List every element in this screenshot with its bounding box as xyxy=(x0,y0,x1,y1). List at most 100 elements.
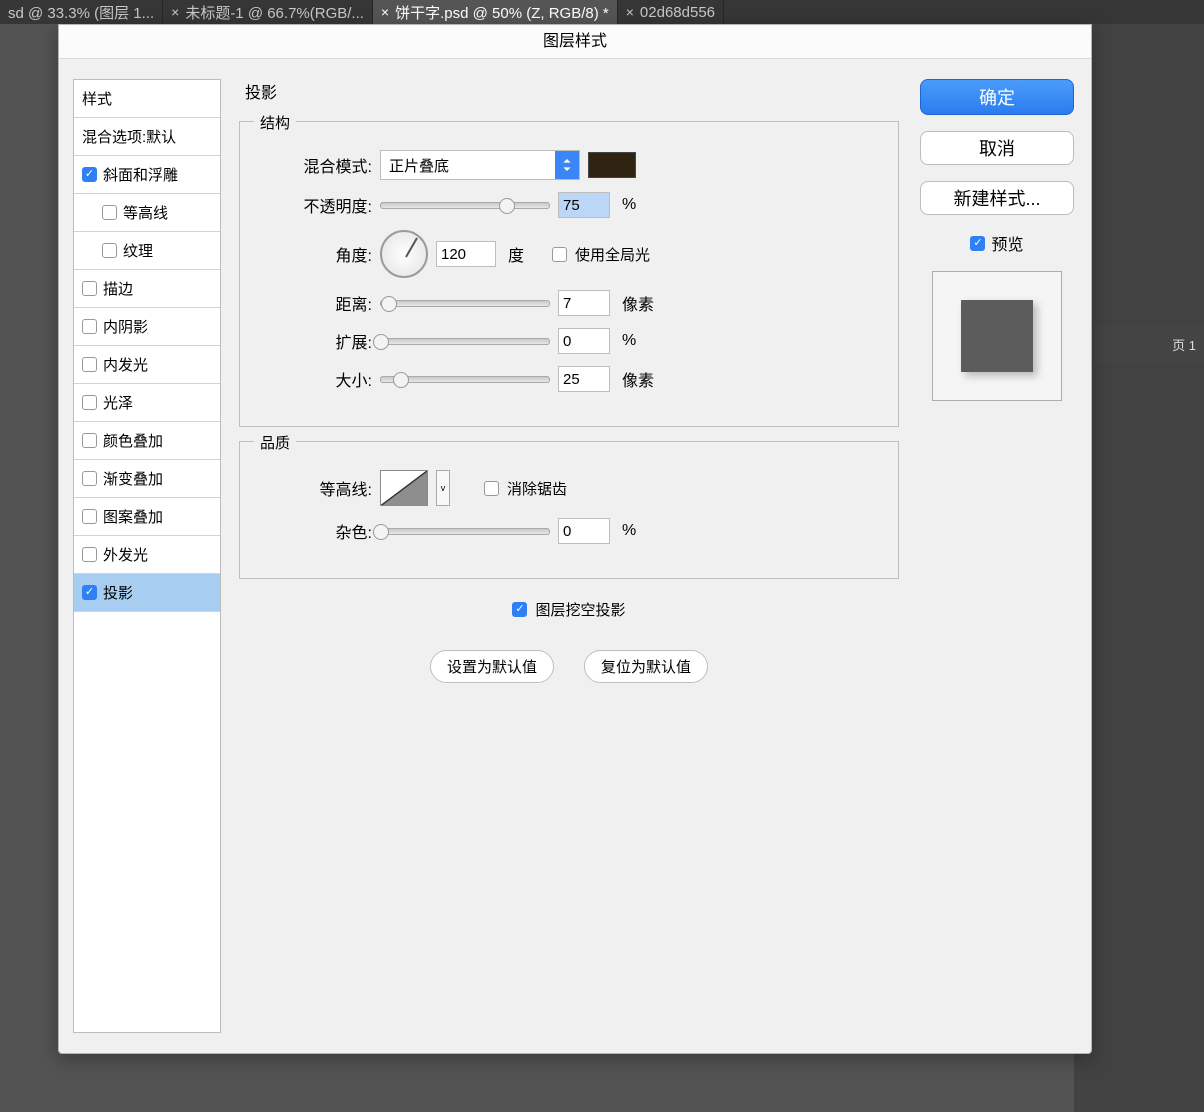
noise-unit: % xyxy=(622,522,636,540)
preview-box xyxy=(932,271,1062,401)
preview-checkbox[interactable] xyxy=(970,236,985,251)
cancel-button[interactable]: 取消 xyxy=(920,131,1074,165)
style-item-outer-glow[interactable]: 外发光 xyxy=(74,536,220,574)
blend-mode-select[interactable]: 正片叠底 xyxy=(380,150,580,180)
spread-input[interactable] xyxy=(558,328,610,354)
ok-button[interactable]: 确定 xyxy=(920,79,1074,115)
knockout-checkbox[interactable] xyxy=(512,602,527,617)
opacity-label: 不透明度: xyxy=(262,193,372,217)
close-icon[interactable]: × xyxy=(171,4,179,20)
style-item-bevel[interactable]: 斜面和浮雕 xyxy=(74,156,220,194)
checkbox-icon[interactable] xyxy=(82,471,97,486)
style-item-label: 图案叠加 xyxy=(103,506,163,527)
close-icon[interactable]: × xyxy=(381,4,389,20)
slider-thumb-icon[interactable] xyxy=(499,198,515,214)
style-item-label: 投影 xyxy=(103,582,133,603)
quality-fieldset: 品质 等高线: v 消除锯齿 杂色: xyxy=(239,441,899,579)
distance-label: 距离: xyxy=(262,291,372,315)
checkbox-icon[interactable] xyxy=(82,357,97,372)
opacity-unit: % xyxy=(622,196,636,214)
size-label: 大小: xyxy=(262,367,372,391)
style-item-label: 颜色叠加 xyxy=(103,430,163,451)
workspace-panels: 页 1 xyxy=(1074,24,1204,1112)
style-item-satin[interactable]: 光泽 xyxy=(74,384,220,422)
checkbox-icon[interactable] xyxy=(82,319,97,334)
style-item-contour[interactable]: 等高线 xyxy=(74,194,220,232)
global-light-checkbox[interactable] xyxy=(552,247,567,262)
dropdown-arrow-icon[interactable] xyxy=(555,151,579,179)
distance-input[interactable] xyxy=(558,290,610,316)
new-style-button[interactable]: 新建样式... xyxy=(920,181,1074,215)
structure-legend: 结构 xyxy=(254,112,296,133)
checkbox-icon[interactable] xyxy=(82,509,97,524)
slider-thumb-icon[interactable] xyxy=(373,334,389,350)
contour-label: 等高线: xyxy=(262,476,372,500)
spread-slider[interactable] xyxy=(380,338,550,345)
antialias-label: 消除锯齿 xyxy=(507,478,567,499)
global-light-label: 使用全局光 xyxy=(575,244,650,265)
quality-legend: 品质 xyxy=(254,432,296,453)
style-item-label: 外发光 xyxy=(103,544,148,565)
knockout-label: 图层挖空投影 xyxy=(535,599,625,620)
close-icon[interactable]: × xyxy=(626,4,634,20)
checkbox-icon[interactable] xyxy=(82,395,97,410)
checkbox-icon[interactable] xyxy=(102,205,117,220)
style-item-drop-shadow[interactable]: 投影 xyxy=(74,574,220,612)
document-tab[interactable]: × 02d68d556 xyxy=(618,0,724,24)
angle-input[interactable] xyxy=(436,241,496,267)
checkbox-icon[interactable] xyxy=(82,433,97,448)
antialias-checkbox[interactable] xyxy=(484,481,499,496)
style-item-label: 纹理 xyxy=(123,240,153,261)
style-item-color-overlay[interactable]: 颜色叠加 xyxy=(74,422,220,460)
opacity-input[interactable] xyxy=(558,192,610,218)
angle-dial[interactable] xyxy=(380,230,428,278)
checkbox-icon[interactable] xyxy=(82,585,97,600)
structure-fieldset: 结构 混合模式: 正片叠底 不透明度: xyxy=(239,121,899,427)
document-tab[interactable]: sd @ 33.3% (图层 1... xyxy=(0,0,163,24)
preview-swatch xyxy=(961,300,1033,372)
styles-header[interactable]: 样式 xyxy=(74,80,220,118)
shadow-color-swatch[interactable] xyxy=(588,152,636,178)
checkbox-icon[interactable] xyxy=(102,243,117,258)
set-default-button[interactable]: 设置为默认值 xyxy=(430,650,554,683)
style-item-texture[interactable]: 纹理 xyxy=(74,232,220,270)
distance-slider[interactable] xyxy=(380,300,550,307)
tab-label: 未标题-1 @ 66.7%(RGB/... xyxy=(185,2,364,23)
contour-picker[interactable] xyxy=(380,470,428,506)
noise-label: 杂色: xyxy=(262,519,372,543)
style-item-label: 等高线 xyxy=(123,202,168,223)
style-item-inner-glow[interactable]: 内发光 xyxy=(74,346,220,384)
reset-default-button[interactable]: 复位为默认值 xyxy=(584,650,708,683)
dialog-right-column: 确定 取消 新建样式... 预览 xyxy=(917,79,1077,1033)
slider-thumb-icon[interactable] xyxy=(393,372,409,388)
style-item-gradient-overlay[interactable]: 渐变叠加 xyxy=(74,460,220,498)
blend-mode-value: 正片叠底 xyxy=(381,155,555,176)
size-slider[interactable] xyxy=(380,376,550,383)
panel-title: 投影 xyxy=(245,79,899,103)
blending-options-item[interactable]: 混合选项:默认 xyxy=(74,118,220,156)
angle-hand-icon xyxy=(405,237,418,257)
document-tab[interactable]: × 饼干字.psd @ 50% (Z, RGB/8) * xyxy=(373,0,618,24)
spread-label: 扩展: xyxy=(262,329,372,353)
style-item-pattern-overlay[interactable]: 图案叠加 xyxy=(74,498,220,536)
tab-label: sd @ 33.3% (图层 1... xyxy=(8,2,154,23)
noise-slider[interactable] xyxy=(380,528,550,535)
style-item-stroke[interactable]: 描边 xyxy=(74,270,220,308)
style-item-label: 描边 xyxy=(103,278,133,299)
noise-input[interactable] xyxy=(558,518,610,544)
checkbox-icon[interactable] xyxy=(82,281,97,296)
slider-thumb-icon[interactable] xyxy=(373,524,389,540)
size-input[interactable] xyxy=(558,366,610,392)
slider-thumb-icon[interactable] xyxy=(381,296,397,312)
contour-dropdown-icon[interactable]: v xyxy=(436,470,450,506)
style-item-label: 内阴影 xyxy=(103,316,148,337)
document-tab[interactable]: × 未标题-1 @ 66.7%(RGB/... xyxy=(163,0,373,24)
styles-list: 样式 混合选项:默认 斜面和浮雕 等高线 纹理 描边 内阴影 xyxy=(73,79,221,1033)
opacity-slider[interactable] xyxy=(380,202,550,209)
checkbox-icon[interactable] xyxy=(82,547,97,562)
preview-label: 预览 xyxy=(991,231,1023,255)
style-item-inner-shadow[interactable]: 内阴影 xyxy=(74,308,220,346)
style-item-label: 渐变叠加 xyxy=(103,468,163,489)
angle-label: 角度: xyxy=(262,242,372,266)
checkbox-icon[interactable] xyxy=(82,167,97,182)
